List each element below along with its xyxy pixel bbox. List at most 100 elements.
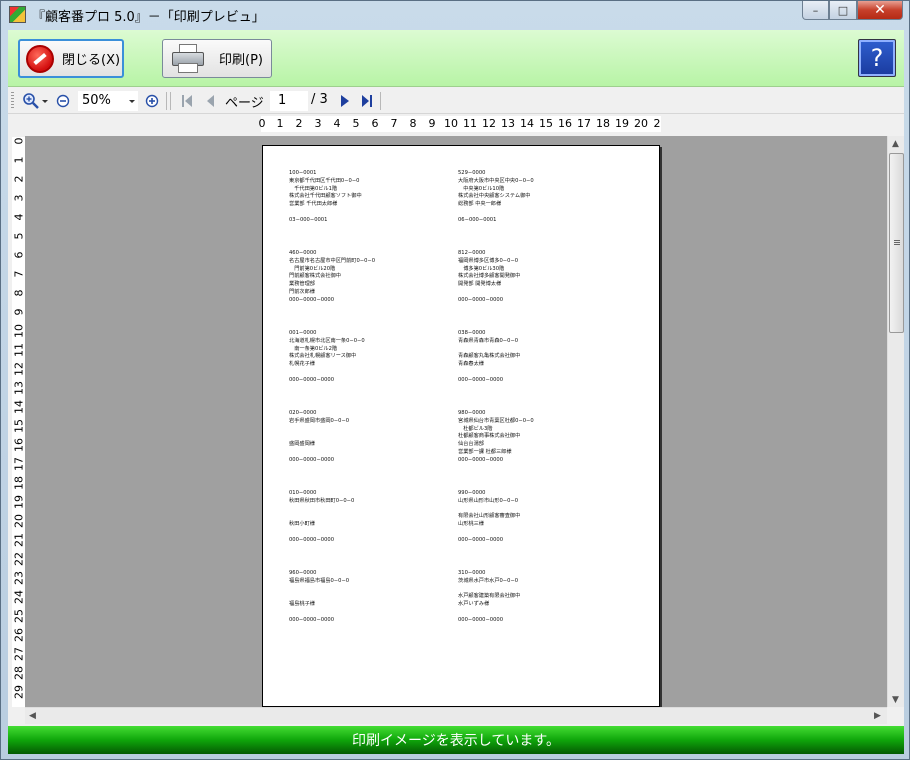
address-label: 990−0000 山形県山形市山形0−0−0 有限会社山形顧客審査御中 山形桃三様 00… <box>458 490 628 545</box>
ruler-tick: 13 <box>501 117 515 130</box>
zoom-in-magnifier-icon[interactable] <box>22 91 40 111</box>
ruler-tick: 28 <box>12 666 26 680</box>
address-label: 010−0000 秋田県秋田市秋田町0−0−0 秋田小町様 000−0000−0000 <box>289 490 459 545</box>
ruler-tick: 1 <box>12 156 26 164</box>
address-label-line: 秋田小町様 <box>289 521 315 528</box>
window-title: 『顧客番プロ 5.0』－「印刷プレビュ」 <box>32 10 265 25</box>
address-label-line: 460−0000 <box>289 250 317 256</box>
ruler-tick: 5 <box>352 117 360 130</box>
address-label-line: 山形桃三様 <box>458 521 484 528</box>
address-label-line: 水戸いずみ様 <box>458 601 490 608</box>
scroll-down-arrow-icon[interactable]: ▼ <box>892 695 899 705</box>
address-label-line: 000−0000−0000 <box>289 296 334 303</box>
address-label: 020−0000 岩手県盛岡市盛岡0−0−0 盛岡盛岡様 000−0000−0000 <box>289 410 459 465</box>
ruler-tick: 9 <box>12 308 26 316</box>
address-label-line: 529−0000 <box>458 170 486 176</box>
toolbar-separator <box>166 92 167 110</box>
address-label-line: 札幌花子様 <box>289 361 315 368</box>
address-label-line <box>289 506 459 514</box>
address-label-line: 980−0000 <box>458 410 486 416</box>
preview-area[interactable]: 100−0001 東京都千代田区千代田0−0−0 千代田第0ビル1階 株式会社千代田… <box>25 136 887 707</box>
ruler-tick: 8 <box>12 289 26 297</box>
ruler-tick: 8 <box>409 117 417 130</box>
ruler-tick: 16 <box>558 117 572 130</box>
scroll-left-arrow-icon[interactable]: ◀ <box>29 711 36 721</box>
address-label-line <box>289 369 459 377</box>
page-total: / 3 <box>311 92 328 107</box>
ruler-tick: 14 <box>12 400 26 414</box>
toolbar-grip <box>11 92 14 110</box>
address-label-line: 038−0000 <box>458 330 486 336</box>
address-label-line <box>458 369 628 377</box>
print-button[interactable]: 印刷(P) <box>162 39 272 78</box>
address-label-line: 福岡県博多区博多0−0−0 <box>458 257 519 264</box>
horizontal-scrollbar[interactable]: ◀ ▶ <box>25 707 887 724</box>
page-number-input[interactable]: 1 <box>270 91 308 111</box>
address-label-line: 000−0000−0000 <box>458 536 503 543</box>
last-page-icon[interactable] <box>360 93 374 109</box>
help-button[interactable]: ? <box>858 39 896 77</box>
address-label-line: 001−0000 <box>289 330 317 336</box>
help-icon: ? <box>870 44 884 72</box>
preview-toolbar: 50% ページ 1 / 3 <box>8 88 904 114</box>
address-label-line: 福島桃子様 <box>289 601 315 608</box>
address-label-line: 名古屋市名古屋市中区門前町0−0−0 <box>289 257 376 264</box>
zoom-in-icon[interactable] <box>145 91 159 111</box>
app-icon <box>9 6 26 23</box>
address-label-line: 総務部 中央一郎様 <box>458 201 502 208</box>
ruler-tick: 6 <box>12 251 26 259</box>
ruler-tick: 14 <box>520 117 534 130</box>
address-label-line: 営業部一課 杜都三郎様 <box>458 448 512 455</box>
ruler-tick: 6 <box>371 117 379 130</box>
ruler-tick: 3 <box>314 117 322 130</box>
page-label: ページ <box>225 96 264 111</box>
vertical-scrollbar[interactable]: ▲ ▼ <box>887 136 904 707</box>
close-icon <box>26 44 54 73</box>
address-label-line: 960−0000 <box>289 570 317 576</box>
address-label-line <box>458 209 628 217</box>
address-label-line: 業務管理部 <box>289 281 315 288</box>
address-label-line: 茨城県水戸市水戸0−0−0 <box>458 577 519 584</box>
status-bar: 印刷イメージを表示しています。 <box>8 726 904 754</box>
address-label-line <box>458 289 628 297</box>
ruler-tick: 15 <box>539 117 553 130</box>
ruler-tick: 2 <box>295 117 303 130</box>
zoom-dropdown-arrow-icon[interactable] <box>41 91 49 111</box>
address-label-line: 06−000−0001 <box>458 216 497 223</box>
address-label-line: 秋田県秋田市秋田町0−0−0 <box>289 497 355 504</box>
ruler-tick: 12 <box>482 117 496 130</box>
ruler-tick: 4 <box>333 117 341 130</box>
first-page-icon[interactable] <box>180 93 194 109</box>
address-label-line: 310−0000 <box>458 570 486 576</box>
toolbar-separator <box>170 92 171 110</box>
address-label-line: 990−0000 <box>458 490 486 496</box>
previous-page-icon[interactable] <box>203 93 217 109</box>
address-label-line: 812−0000 <box>458 250 486 256</box>
ruler-tick: 19 <box>12 495 26 509</box>
scroll-up-arrow-icon[interactable]: ▲ <box>892 139 899 149</box>
ruler-tick: 15 <box>12 419 26 433</box>
zoom-out-icon[interactable] <box>56 91 70 111</box>
ruler-tick: 17 <box>12 457 26 471</box>
ruler-tick: 18 <box>12 476 26 490</box>
address-label-line: 仙台台湯部 <box>458 441 484 448</box>
close-button[interactable]: 閉じる(X) <box>18 39 124 78</box>
address-label-line: 100−0001 <box>289 170 317 176</box>
address-label-line: 岩手県盛岡市盛岡0−0−0 <box>289 417 350 424</box>
ruler-tick: 11 <box>12 343 26 357</box>
next-page-icon[interactable] <box>338 93 352 109</box>
vertical-scroll-thumb[interactable] <box>889 153 904 333</box>
scroll-right-arrow-icon[interactable]: ▶ <box>874 711 881 721</box>
ruler-tick: 24 <box>12 590 26 604</box>
address-label-line: 000−0000−0000 <box>289 376 334 383</box>
address-label-line <box>289 529 459 537</box>
preview-page: 100−0001 東京都千代田区千代田0−0−0 千代田第0ビル1階 株式会社千代田… <box>262 145 660 707</box>
maximize-button[interactable]: □ <box>829 1 857 20</box>
address-label-line <box>458 529 628 537</box>
client-area: 閉じる(X) 印刷(P) ? 50% ページ 1 / 3 0 1 2 3 4 5… <box>8 30 904 754</box>
address-label-line <box>289 449 459 457</box>
zoom-select-arrow-icon[interactable] <box>128 91 136 111</box>
horizontal-ruler: 0 1 2 3 4 5 6 7 8 9 10 11 12 13 14 15 16… <box>259 116 661 132</box>
minimize-button[interactable]: – <box>802 1 829 20</box>
close-window-button[interactable]: ✕ <box>857 1 903 20</box>
